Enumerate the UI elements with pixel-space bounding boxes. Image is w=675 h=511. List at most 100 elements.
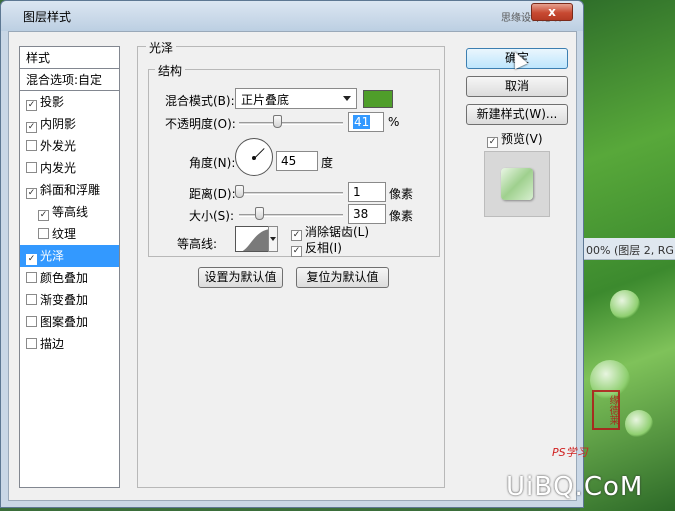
style-item-label: 外发光 (40, 139, 77, 153)
antialias-label: 消除锯齿(L) (305, 225, 370, 239)
style-item-label: 渐变叠加 (40, 293, 89, 307)
style-item[interactable]: 渐变叠加 (20, 289, 119, 311)
structure-group: 结构 混合模式(B): 正片叠底 不透明度(O): 41 % 角度(N): 45… (148, 62, 440, 257)
style-item[interactable]: ✓ 斜面和浮雕 (20, 179, 119, 201)
angle-dial[interactable] (235, 138, 273, 176)
angle-input[interactable]: 45 (276, 151, 318, 171)
style-item-label: 内发光 (40, 161, 77, 175)
layer-style-dialog: 图层样式 思缘设计论坛 x 样式 混合选项:自定 ✓投影✓内阴影外发光内发光✓斜… (0, 0, 584, 508)
preview-checkbox-box[interactable]: ✓ (487, 137, 498, 148)
style-item-checkbox[interactable] (26, 272, 37, 283)
style-item[interactable]: ✓ 等高线 (20, 201, 119, 223)
angle-label: 角度(N): (189, 156, 236, 170)
distance-label: 距离(D): (189, 187, 236, 201)
size-value: 38 (353, 207, 369, 221)
blend-mode-select[interactable]: 正片叠底 (235, 88, 357, 109)
style-item-checkbox[interactable]: ✓ (26, 100, 37, 111)
invert-checkbox[interactable]: ✓ 反相(I) (291, 239, 342, 257)
structure-title: 结构 (155, 62, 186, 79)
style-item-checkbox[interactable] (26, 162, 37, 173)
water-drop (610, 290, 640, 320)
angle-center-dot (252, 156, 256, 160)
distance-unit: 像素 (389, 187, 414, 201)
style-item-checkbox[interactable]: ✓ (26, 188, 37, 199)
chevron-down-icon (343, 96, 351, 101)
chevron-down-icon (270, 237, 276, 241)
size-slider-thumb[interactable] (255, 207, 264, 220)
make-default-button[interactable]: 设置为默认值 (198, 267, 283, 288)
contour-curve-icon (242, 229, 268, 251)
style-item[interactable]: ✓ 投影 (20, 91, 119, 113)
opacity-label: 不透明度(O): (165, 117, 236, 131)
dialog-titlebar[interactable]: 图层样式 思缘设计论坛 x (1, 1, 583, 31)
satin-title: 光泽 (146, 39, 177, 56)
preview-checkbox[interactable]: ✓ 预览(V) (487, 130, 543, 148)
distance-slider-thumb[interactable] (235, 185, 244, 198)
seal-stamp: 缘德莱 (592, 390, 620, 430)
style-item-label: 内阴影 (40, 117, 77, 131)
style-preview-thumbnail (484, 151, 550, 217)
style-item[interactable]: 图案叠加 (20, 311, 119, 333)
site-watermark: UiBQ.CoM (506, 472, 644, 502)
opacity-unit: % (388, 115, 400, 129)
distance-input[interactable]: 1 (348, 182, 386, 202)
size-input[interactable]: 38 (348, 204, 386, 224)
contour-dropdown[interactable] (268, 226, 278, 252)
cancel-button[interactable]: 取消 (466, 76, 568, 97)
contour-preview[interactable] (235, 226, 269, 252)
styles-header[interactable]: 样式 (20, 47, 119, 69)
dialog-title: 图层样式 (23, 10, 72, 24)
style-item-label: 纹理 (52, 227, 77, 241)
blend-mode-value: 正片叠底 (241, 93, 290, 107)
size-unit: 像素 (389, 209, 414, 223)
contour-label: 等高线: (177, 237, 218, 251)
invert-checkbox-box[interactable]: ✓ (291, 246, 302, 257)
style-item-checkbox[interactable] (26, 294, 37, 305)
background-photo: 00% (图层 2, RG (580, 0, 675, 511)
style-item[interactable]: ✓ 内阴影 (20, 113, 119, 135)
style-item[interactable]: 内发光 (20, 157, 119, 179)
style-item-checkbox[interactable]: ✓ (26, 122, 37, 133)
style-item[interactable]: ✓ 光泽 (20, 245, 119, 267)
close-button[interactable]: x (531, 3, 573, 21)
document-tab[interactable]: 00% (图层 2, RG (580, 238, 675, 260)
distance-value: 1 (353, 185, 361, 199)
blend-options-item[interactable]: 混合选项:自定 (20, 69, 119, 91)
style-item-checkbox[interactable] (26, 316, 37, 327)
style-item-checkbox[interactable] (26, 140, 37, 151)
style-item-label: 光泽 (40, 249, 65, 263)
blend-options-label: 混合选项:自定 (26, 73, 103, 87)
style-item[interactable]: 纹理 (20, 223, 119, 245)
style-item[interactable]: 颜色叠加 (20, 267, 119, 289)
styles-header-label: 样式 (26, 51, 51, 65)
ps-mark-text: PS学习 (552, 446, 588, 459)
preview-swatch (501, 168, 533, 200)
blend-mode-label: 混合模式(B): (165, 94, 235, 108)
style-item-label: 投影 (40, 95, 65, 109)
style-item-label: 颜色叠加 (40, 271, 89, 285)
style-item-checkbox[interactable] (38, 228, 49, 239)
opacity-slider-thumb[interactable] (273, 115, 282, 128)
style-item-checkbox[interactable] (26, 338, 37, 349)
styles-list: 样式 混合选项:自定 ✓ 投影 ✓ 内阴影 外发光 内发光 ✓ 斜面和浮雕 ✓ 等高线 纹理 ✓ 光泽颜… (19, 46, 120, 488)
distance-slider[interactable] (239, 192, 343, 195)
preview-label: 预览(V) (501, 132, 543, 146)
angle-value: 45 (281, 154, 297, 168)
reset-default-button[interactable]: 复位为默认值 (296, 267, 389, 288)
style-item-label: 等高线 (52, 205, 89, 219)
style-item[interactable]: 外发光 (20, 135, 119, 157)
dialog-client: 样式 混合选项:自定 ✓ 投影 ✓ 内阴影 外发光 内发光 ✓ 斜面和浮雕 ✓ 等高线 纹理 ✓ 光泽颜… (8, 31, 577, 501)
size-label: 大小(S): (189, 209, 235, 223)
style-item[interactable]: 描边 (20, 333, 119, 355)
satin-color-swatch[interactable] (363, 90, 393, 108)
opacity-input[interactable]: 41 (348, 112, 384, 132)
style-item-label: 斜面和浮雕 (40, 183, 101, 197)
opacity-value: 41 (353, 115, 371, 129)
style-item-label: 图案叠加 (40, 315, 89, 329)
style-item-checkbox[interactable]: ✓ (38, 210, 49, 221)
new-style-button[interactable]: 新建样式(W)... (466, 104, 568, 125)
opacity-slider[interactable] (239, 122, 343, 125)
invert-label: 反相(I) (305, 241, 342, 255)
angle-unit: 度 (321, 156, 334, 170)
style-item-checkbox[interactable]: ✓ (26, 254, 37, 265)
